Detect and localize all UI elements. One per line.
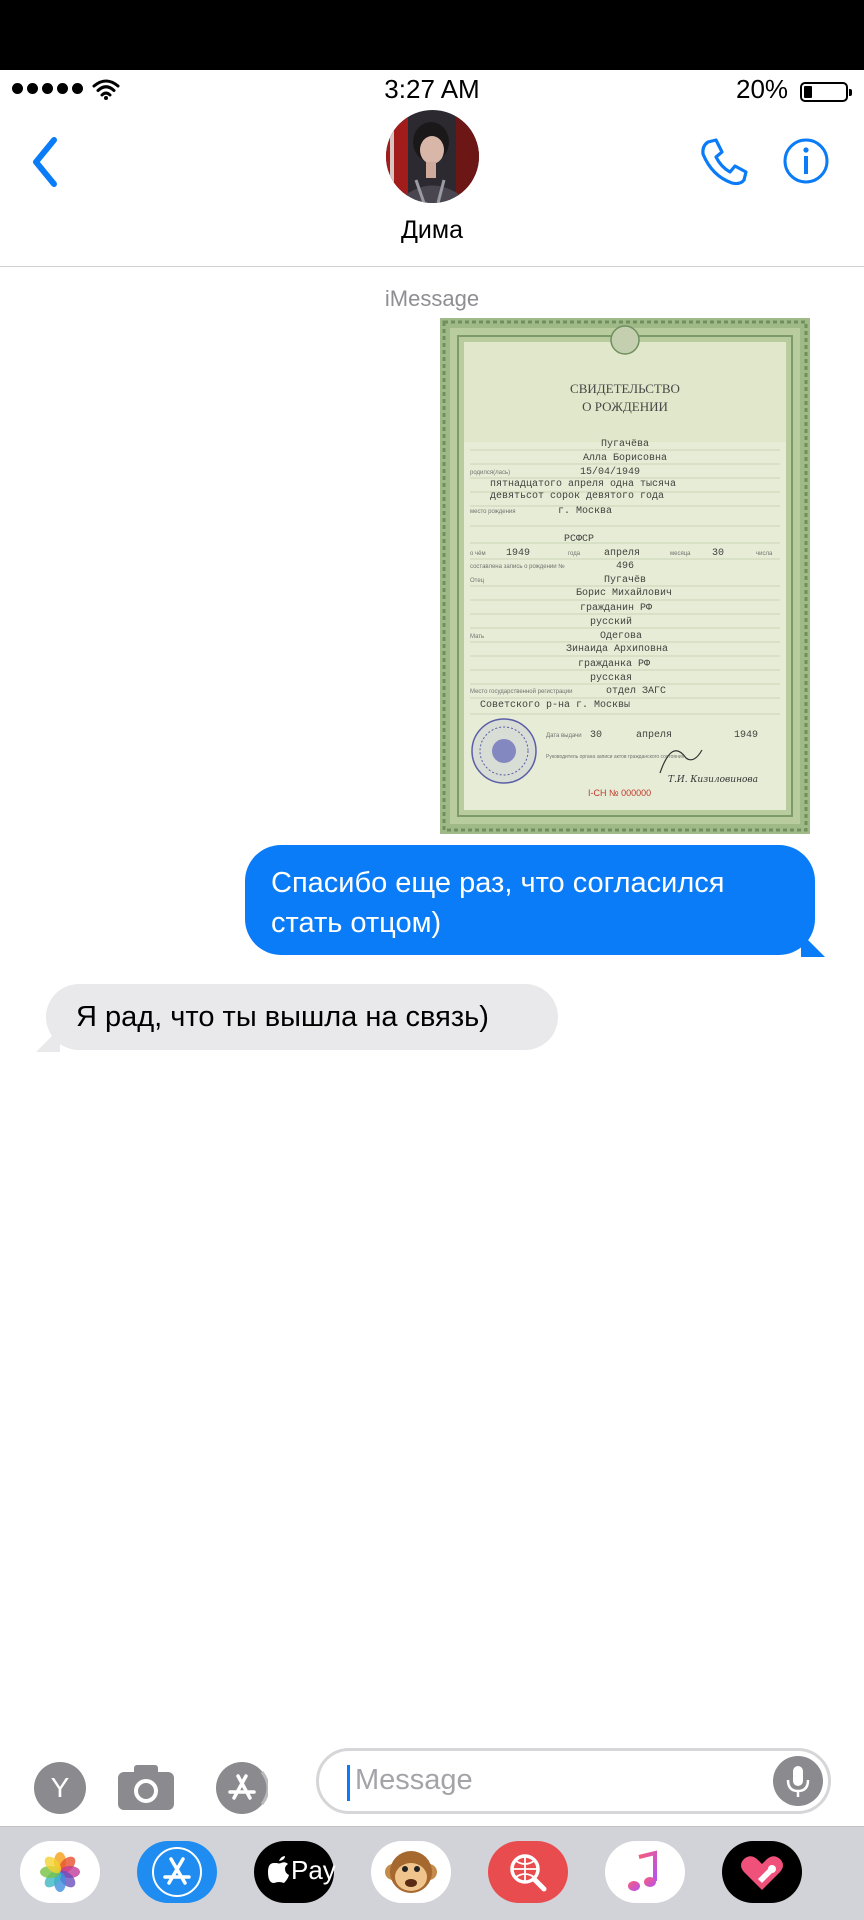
photos-app-icon[interactable]: [20, 1841, 100, 1903]
status-time: 3:27 AM: [384, 74, 480, 104]
cert-head-label: Руководитель органа записи актов граждан…: [546, 754, 685, 760]
digital-touch-app-icon[interactable]: [722, 1841, 802, 1903]
cert-issue-label: Дата выдачи: [546, 733, 582, 739]
cert-registry-2: Советского р-на г. Москвы: [480, 700, 630, 711]
cert-father-names: Борис Михайлович: [576, 587, 672, 599]
cert-republic: РСФСР: [564, 534, 594, 545]
message-placeholder: Message: [355, 1764, 473, 1796]
cert-place: г. Москва: [558, 506, 612, 517]
cert-birth-date-words-2: девятьсот сорок девятого года: [490, 491, 664, 502]
cert-born-label: родился(лась): [470, 470, 510, 476]
cert-mother-surname: Одегова: [600, 631, 642, 642]
incoming-message-text: Я рад, что ты вышла на связь): [76, 1001, 489, 1033]
battery-icon: [800, 82, 852, 102]
cert-title-1: СВИДЕТЕЛЬСТВО: [570, 381, 680, 396]
cert-year-word: года: [568, 551, 581, 557]
contact-avatar[interactable]: [386, 110, 479, 203]
outgoing-message-bubble[interactable]: Спасибо еще раз, что согласился стать от…: [245, 845, 825, 957]
cert-father-citizenship: гражданин РФ: [580, 603, 652, 614]
microphone-icon[interactable]: [773, 1756, 823, 1806]
camera-icon[interactable]: [116, 1762, 176, 1812]
cert-issue-day: 30: [590, 730, 602, 741]
bubble-tail: [36, 1028, 60, 1052]
cert-record-day: 30: [712, 548, 724, 559]
outgoing-message-line-2: стать отцом): [271, 907, 442, 939]
cert-birth-date-words-1: пятнадцатого апреля одна тысяча: [490, 479, 676, 490]
cert-given-names: Алла Борисовна: [583, 453, 667, 464]
cert-registry-1: отдел ЗАГС: [606, 686, 666, 697]
info-icon[interactable]: [782, 137, 830, 185]
battery-percent: 20%: [736, 74, 789, 104]
apple-pay-app-icon[interactable]: Pay: [254, 1841, 336, 1903]
cert-mother-label: Мать: [470, 634, 484, 640]
cert-registry-label: Место государственной регистрации: [470, 688, 572, 695]
cert-father-nationality: русский: [590, 616, 632, 628]
service-label: iMessage: [384, 286, 480, 311]
music-app-icon[interactable]: [605, 1841, 685, 1903]
cert-mother-nationality: русская: [590, 673, 632, 684]
outgoing-message-line-1: Спасибо еще раз, что согласился: [271, 867, 725, 899]
contact-name[interactable]: Дима: [0, 216, 864, 245]
message-composer: Y Message: [0, 1740, 864, 1828]
imessage-app-drawer: Pay: [0, 1826, 864, 1920]
text-caret: [347, 1765, 350, 1801]
cert-place-label: место рождения: [470, 509, 516, 515]
top-black-bar: [0, 0, 864, 70]
app-store-icon[interactable]: [216, 1762, 270, 1814]
cert-record-year: 1949: [506, 548, 530, 559]
y-button[interactable]: Y: [34, 1762, 86, 1814]
cert-record-number: 496: [616, 561, 634, 572]
cert-issue-year: 1949: [734, 730, 758, 741]
cert-record-label: составлена запись о рождении №: [470, 563, 565, 570]
cert-mother-citizenship: гражданка РФ: [578, 659, 650, 670]
cert-birth-date: 15/04/1949: [580, 466, 640, 478]
cert-father-label: Отец: [470, 578, 485, 584]
cert-month-word: месяца: [670, 551, 691, 557]
cert-father-surname: Пугачёв: [604, 574, 646, 586]
birth-certificate-image[interactable]: СВИДЕТЕЛЬСТВО О РОЖДЕНИИ Пугачёва Алла Б…: [440, 318, 810, 834]
conversation-header: Дима: [0, 110, 864, 267]
cert-signature-name: Т.И. Кизиловинова: [668, 775, 758, 785]
cert-surname: Пугачёва: [601, 438, 649, 450]
web-search-app-icon[interactable]: [488, 1841, 568, 1903]
status-bar: 3:27 AM 20%: [0, 70, 864, 110]
cert-title-2: О РОЖДЕНИИ: [582, 399, 668, 414]
apple-pay-label: Pay: [291, 1855, 336, 1885]
bubble-tail: [801, 933, 825, 957]
phone-icon[interactable]: [696, 134, 752, 190]
cert-mother-names: Зинаида Архиповна: [566, 644, 668, 655]
message-input[interactable]: Message: [316, 1748, 831, 1814]
back-chevron-icon[interactable]: [26, 134, 66, 190]
incoming-message-bubble[interactable]: Я рад, что ты вышла на связь): [36, 984, 558, 1052]
cert-day-word: числа: [756, 551, 773, 557]
cert-record-month: апреля: [604, 548, 640, 559]
cert-issue-month: апреля: [636, 730, 672, 741]
cert-serial: I-СН № 000000: [588, 788, 651, 798]
animoji-app-icon[interactable]: [371, 1841, 451, 1903]
app-store-app-icon[interactable]: [137, 1841, 217, 1903]
cert-record-prefix: о чём: [470, 551, 486, 557]
